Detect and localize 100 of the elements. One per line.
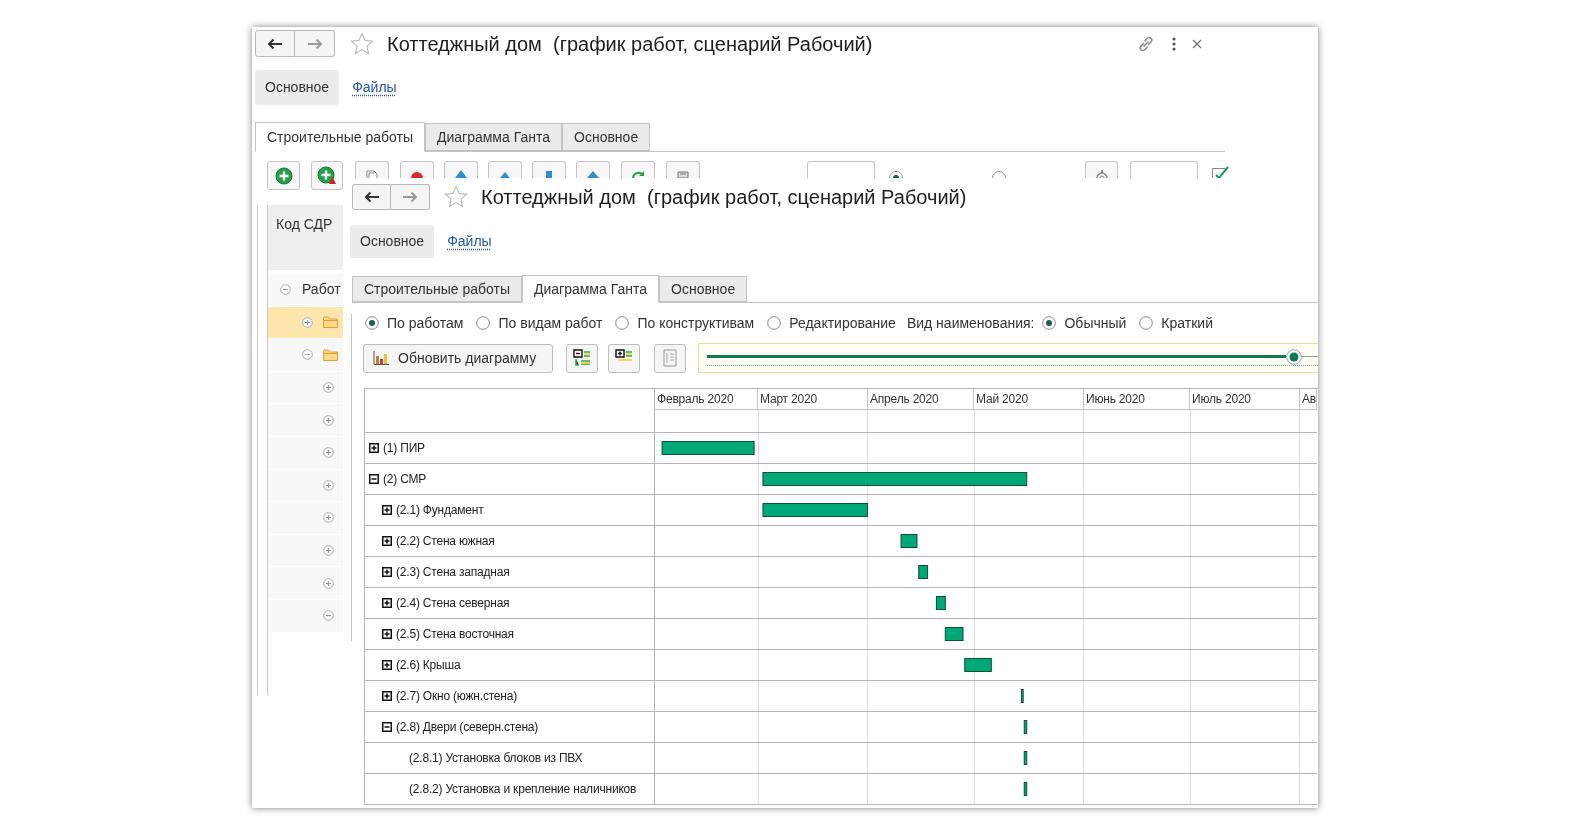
plus-circle-icon[interactable] <box>323 414 334 426</box>
settings-icon <box>1093 169 1110 178</box>
task-name: (2.8.2) Установка и крепление наличников <box>409 781 637 798</box>
month-header: Май 2020 <box>974 389 1084 409</box>
radio-button[interactable]: Обычный <box>1042 312 1127 334</box>
plus-circle-icon[interactable] <box>301 316 313 328</box>
arrow-left-icon <box>267 37 283 50</box>
plus-box-icon[interactable] <box>382 660 392 670</box>
plus-circle-icon[interactable] <box>323 382 334 394</box>
arrow-left-icon <box>363 191 380 203</box>
back-button[interactable] <box>352 184 391 210</box>
section-tab[interactable]: Основное <box>350 225 435 258</box>
arrow-right-icon <box>402 191 418 203</box>
month-header: Июль 2020 <box>1190 389 1300 409</box>
radio-button[interactable]: По работам <box>365 312 464 334</box>
window-title: Коттеджный дом (график работ, сценарий Рабочий) <box>387 33 873 54</box>
radio-icon[interactable] <box>991 170 1007 178</box>
task-name: (2.8.1) Установка блоков из ПВХ <box>409 750 583 767</box>
refresh-icon <box>630 169 646 178</box>
month-header: Июнь 2020 <box>1084 389 1190 409</box>
star-icon[interactable] <box>444 185 468 209</box>
plus-box-icon[interactable] <box>382 567 392 577</box>
slider-thumb[interactable] <box>1285 349 1302 365</box>
field-label: Вид наименования: <box>906 313 1035 333</box>
toolbar-button[interactable] <box>400 161 434 178</box>
task-name: (2) СМР <box>383 471 427 488</box>
settings-button[interactable] <box>1085 161 1118 178</box>
bar-chart-icon <box>373 351 389 365</box>
plus-box-icon[interactable] <box>382 629 392 639</box>
radio-button[interactable]: Краткий <box>1139 312 1213 334</box>
plus-box-icon[interactable] <box>382 505 392 515</box>
star-icon[interactable] <box>350 31 374 56</box>
refresh-chart-button[interactable]: Обновить диаграмму <box>363 343 553 373</box>
task-name: (2.2) Стена южная <box>396 533 495 550</box>
tab[interactable]: Строительные работы <box>255 122 425 152</box>
tree-row[interactable] <box>268 339 343 372</box>
plus-circle-icon[interactable] <box>323 545 334 557</box>
month-header: Ав <box>1300 389 1317 409</box>
toolbar-button[interactable] <box>566 343 598 373</box>
document-icon <box>661 349 679 367</box>
plus-circle-badge-icon <box>317 166 337 185</box>
radio-button[interactable]: Редактирование <box>767 312 896 334</box>
plus-circle-icon[interactable] <box>323 577 334 589</box>
more-button[interactable] <box>1130 161 1198 178</box>
tab[interactable]: Основное <box>659 276 748 302</box>
triangle-icon <box>585 169 601 178</box>
radio-button[interactable]: По видам работ <box>476 312 603 334</box>
section-tab[interactable]: Файлы <box>447 231 492 252</box>
more-button[interactable] <box>807 161 875 178</box>
radio-button[interactable]: По конструктивам <box>615 312 755 334</box>
tree-row[interactable] <box>268 306 343 340</box>
task-name: (1) ПИР <box>383 440 425 457</box>
minus-box-icon[interactable] <box>369 474 379 484</box>
tab[interactable]: Строительные работы <box>352 276 522 302</box>
add-button[interactable] <box>267 161 300 190</box>
tab[interactable]: Диаграмма Ганта <box>521 275 659 303</box>
plus-circle-icon[interactable] <box>323 479 334 491</box>
more-options-icon[interactable] <box>1172 36 1176 51</box>
close-icon[interactable] <box>1192 38 1202 49</box>
plus-circle-icon[interactable] <box>323 447 334 459</box>
back-button[interactable] <box>255 30 295 57</box>
toolbar-button[interactable] <box>608 343 640 373</box>
task-name: (2.1) Фундамент <box>396 502 484 519</box>
task-name: (2.7) Окно (южн.стена) <box>396 688 517 705</box>
plus-box-icon[interactable] <box>382 691 392 701</box>
minus-circle-icon[interactable] <box>301 349 313 361</box>
tree-row[interactable]: Работ <box>268 274 343 307</box>
plus-circle-icon[interactable] <box>323 512 334 524</box>
month-header: Март 2020 <box>758 389 868 409</box>
add-child-button[interactable] <box>311 161 343 190</box>
minus-box-icon[interactable] <box>382 722 392 732</box>
zoom-slider-track[interactable] <box>707 349 1318 367</box>
minus-circle-icon[interactable] <box>280 284 291 296</box>
window-title: Коттеджный дом (график работ, сценарий Рабочий) <box>481 187 967 207</box>
arrow-right-icon <box>306 37 323 50</box>
month-header: Февраль 2020 <box>655 389 758 409</box>
folder-icon <box>322 316 338 329</box>
plus-box-icon[interactable] <box>369 443 379 453</box>
task-name: (2.4) Стена северная <box>396 595 510 612</box>
month-header: Апрель 2020 <box>868 389 974 409</box>
task-name: (2.5) Стена восточная <box>396 626 514 643</box>
list-icon <box>675 169 691 178</box>
tab[interactable]: Основное <box>562 123 651 151</box>
folder-icon <box>322 349 338 361</box>
tree-collapse-icon <box>573 349 591 367</box>
task-name: (2.3) Стена западная <box>396 564 510 581</box>
plus-circle-icon <box>274 166 293 185</box>
plus-box-icon[interactable] <box>382 598 392 608</box>
task-name: (2.6) Крыша <box>396 657 461 674</box>
minus-circle-icon[interactable] <box>323 610 334 622</box>
tab[interactable]: Диаграмма Ганта <box>424 123 562 151</box>
task-name: (2.8) Двери (северн.стена) <box>396 719 539 736</box>
triangle-icon <box>453 169 469 178</box>
radio-icon[interactable] <box>888 170 904 178</box>
checkbox-icon[interactable] <box>1211 166 1229 178</box>
section-tab[interactable]: Основное <box>255 70 340 105</box>
plus-box-icon[interactable] <box>382 536 392 546</box>
column-header: Код СДР <box>276 216 333 232</box>
row-label: Работ <box>302 280 341 300</box>
section-tab[interactable]: Файлы <box>352 77 397 98</box>
